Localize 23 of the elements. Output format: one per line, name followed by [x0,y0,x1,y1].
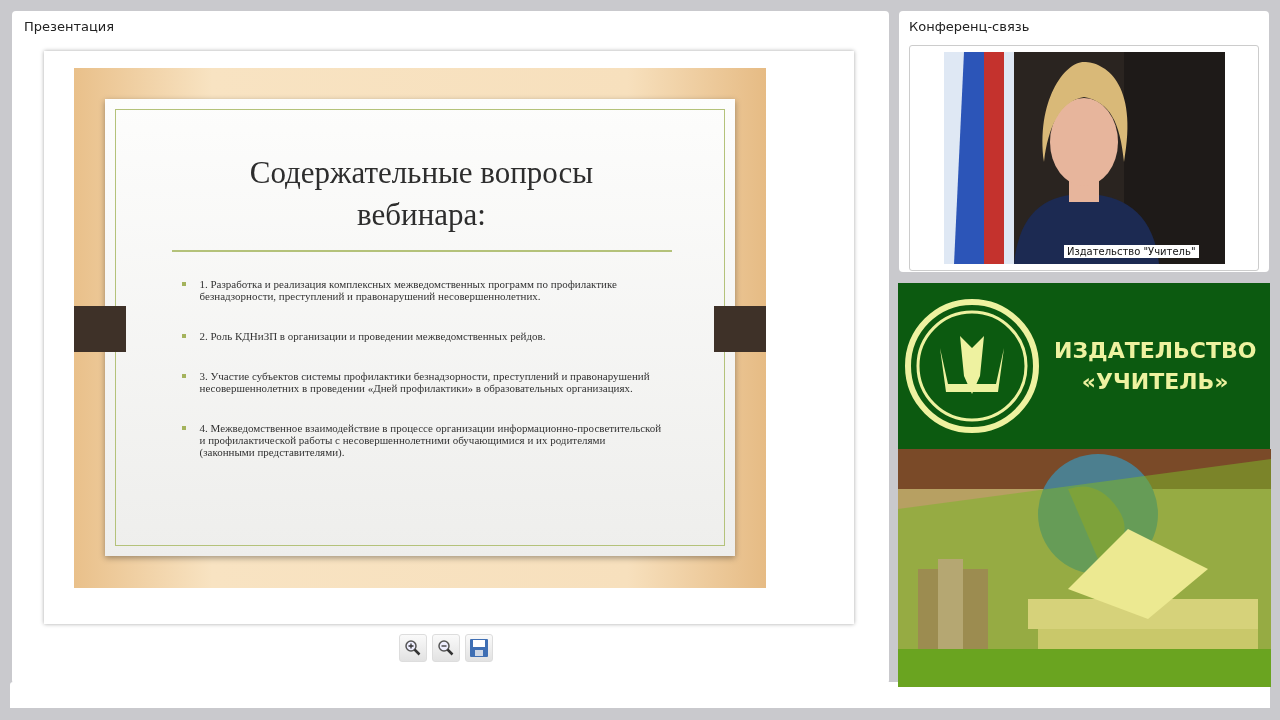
bullet-icon [181,426,186,430]
slide-bullet-text: 2. Роль КДНиЗП в организации и проведении межведомственных рейдов. [199,330,546,342]
bullet-icon [181,374,186,378]
clip-drawing [73,305,126,352]
book-emblem-icon [904,298,1040,434]
video-caption: Издательство "Учитель" [1063,245,1199,258]
bullet-icon [181,282,186,286]
slide-title: Содержательные вопросы вебинара: [248,154,595,234]
save-icon [468,638,489,658]
zoom-in-icon [403,639,422,657]
zoom-out-icon [436,639,455,657]
publisher-name: ИЗДАТЕЛЬСТВО [1054,338,1257,363]
slide-bullet-text: 3. Участие субъектов системы профилактики безнадзорности, преступлений и правонарушений несовершеннолетних в проведении «Дней профилактики» в образовательных организациях. [199,370,651,394]
save-button[interactable] [464,634,493,662]
bullet-icon [181,334,186,338]
slide-bullet-text: 4. Межведомственное взаимодействие в процессе организации информационно-просветительской и профилактической работы с несовершеннолетними обучающимися и их родителями (законными представителями). [199,422,662,458]
panel-title: Презентация [24,19,116,36]
zoom-out-button[interactable] [431,634,460,662]
zoom-in-button[interactable] [398,634,427,662]
publisher-name: «УЧИТЕЛЬ» [1080,369,1230,394]
clip-drawing [713,305,766,352]
slide-bullet-text: 1. Разработка и реализация комплексных межведомственных программ по профилактике безнадзорности, преступлений и правонарушений несовершеннолетних. [199,278,618,302]
panel-title: Конференц-связь [909,19,1031,36]
